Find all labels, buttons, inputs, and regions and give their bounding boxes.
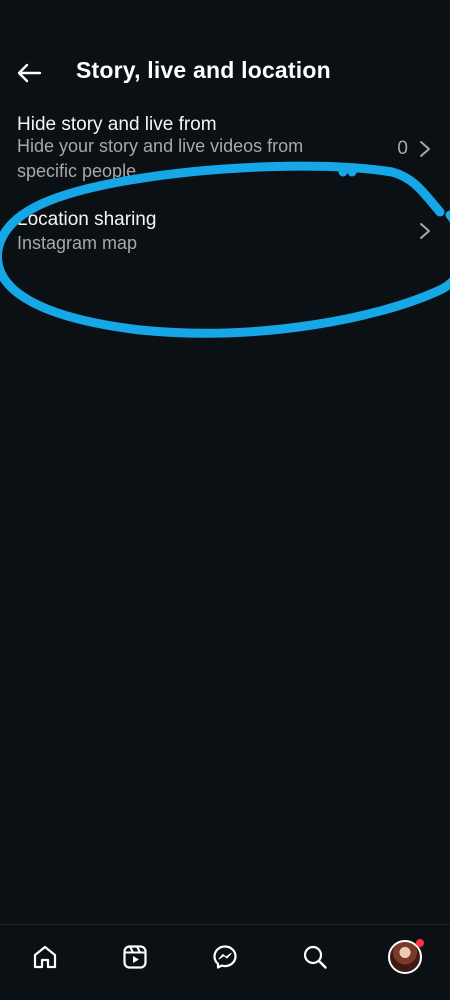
- back-button[interactable]: [14, 58, 44, 88]
- nav-messenger[interactable]: [203, 935, 247, 979]
- search-icon: [303, 945, 327, 969]
- hide-story-and-live-row[interactable]: Hide story and live from Hide your story…: [0, 112, 450, 192]
- location-sharing-subtitle: Instagram map: [17, 233, 138, 253]
- avatar: [388, 939, 424, 974]
- nav-home[interactable]: [23, 935, 67, 979]
- home-icon: [33, 945, 57, 969]
- location-sharing-row[interactable]: Location sharing Instagram map: [0, 207, 450, 267]
- chevron-right-icon: [420, 141, 430, 157]
- reels-icon: [123, 945, 147, 969]
- hidden-count: 0: [397, 138, 408, 159]
- chevron-right-icon: [420, 223, 430, 239]
- notification-dot: [416, 939, 424, 947]
- nav-search[interactable]: [293, 935, 337, 979]
- nav-reels[interactable]: [113, 935, 157, 979]
- hide-story-title: Hide story and live from: [17, 114, 217, 135]
- location-sharing-title: Location sharing: [17, 209, 157, 230]
- back-arrow-icon: [17, 63, 42, 83]
- messenger-icon: [213, 945, 237, 969]
- hide-story-subtitle: Hide your story and live videos from spe…: [17, 136, 304, 181]
- page-title: Story, live and location: [76, 57, 331, 83]
- bottom-nav: [0, 924, 450, 1000]
- nav-profile[interactable]: [383, 935, 427, 979]
